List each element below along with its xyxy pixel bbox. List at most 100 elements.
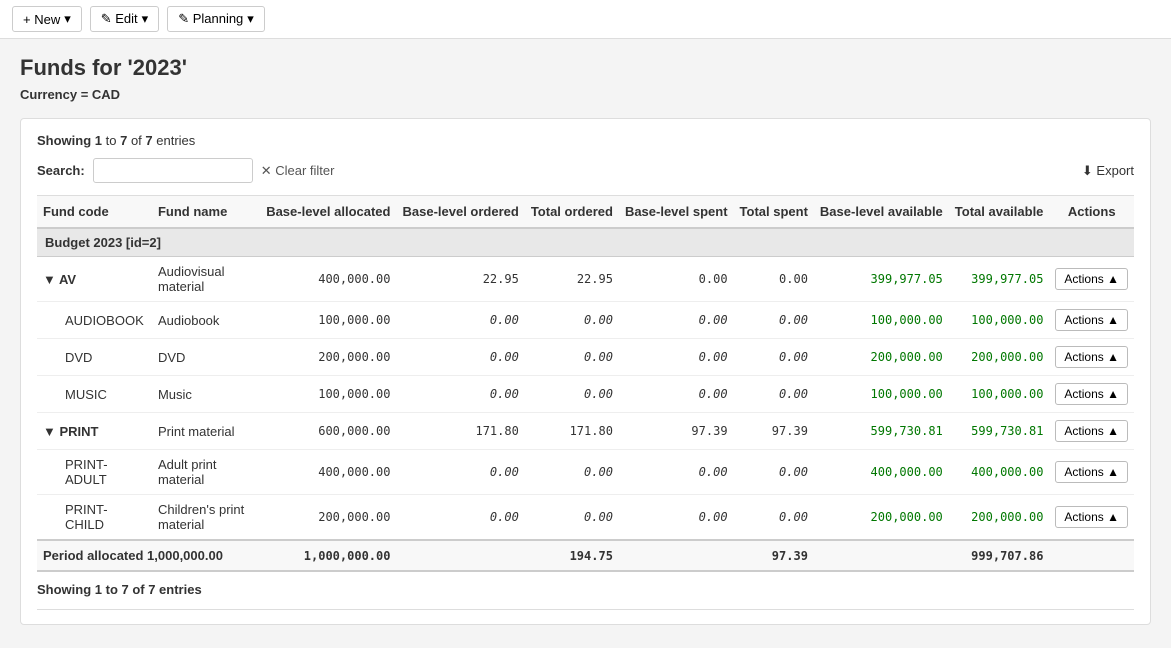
- total-actions: [1049, 540, 1134, 571]
- planning-arrow: ▾: [247, 11, 254, 27]
- total-ordered-cell: 0.00: [525, 339, 619, 376]
- showing-from: 1: [95, 133, 102, 148]
- edit-button[interactable]: ✎ Edit ▾: [90, 6, 159, 32]
- col-total-ordered: Total ordered: [525, 196, 619, 229]
- base-spent-cell: 0.00: [619, 257, 734, 302]
- base-ordered-cell: 0.00: [396, 450, 524, 495]
- total-available-cell: 100,000.00: [949, 376, 1050, 413]
- fund-code-cell: DVD: [37, 339, 152, 376]
- base-available-cell: 399,977.05: [814, 257, 949, 302]
- base-ordered-cell: 0.00: [396, 376, 524, 413]
- main-content: Funds for '2023' Currency = CAD Showing …: [0, 39, 1171, 641]
- total-ordered-cell: 0.00: [525, 376, 619, 413]
- total-spent-cell: 0.00: [734, 495, 814, 541]
- base-allocated-cell: 100,000.00: [260, 302, 396, 339]
- base-allocated-cell: 400,000.00: [260, 257, 396, 302]
- new-label: + New: [23, 12, 60, 27]
- fund-code-cell: ▼ PRINT: [37, 413, 152, 450]
- col-base-available: Base-level available: [814, 196, 949, 229]
- footer-showing: Showing 1 to 7 of 7 entries: [37, 582, 1134, 597]
- actions-button[interactable]: Actions ▲: [1055, 461, 1128, 483]
- col-fund-code: Fund code: [37, 196, 152, 229]
- actions-cell: Actions ▲: [1049, 450, 1134, 495]
- base-allocated-cell: 600,000.00: [260, 413, 396, 450]
- col-fund-name: Fund name: [152, 196, 260, 229]
- fund-name-cell: Audiovisual material: [152, 257, 260, 302]
- fund-code-cell: MUSIC: [37, 376, 152, 413]
- table-row: MUSICMusic100,000.000.000.000.000.00100,…: [37, 376, 1134, 413]
- budget-header-row: Budget 2023 [id=2]: [37, 228, 1134, 257]
- base-spent-cell: 0.00: [619, 376, 734, 413]
- col-total-spent: Total spent: [734, 196, 814, 229]
- base-spent-cell: 0.00: [619, 450, 734, 495]
- total-ordered-cell: 171.80: [525, 413, 619, 450]
- base-ordered-cell: 22.95: [396, 257, 524, 302]
- actions-cell: Actions ▲: [1049, 413, 1134, 450]
- actions-button[interactable]: Actions ▲: [1055, 420, 1128, 442]
- table-row: PRINT-ADULTAdult print material400,000.0…: [37, 450, 1134, 495]
- actions-cell: Actions ▲: [1049, 495, 1134, 541]
- actions-button[interactable]: Actions ▲: [1055, 383, 1128, 405]
- budget-header-cell: Budget 2023 [id=2]: [37, 228, 1134, 257]
- actions-cell: Actions ▲: [1049, 257, 1134, 302]
- total-base-allocated: 1,000,000.00: [260, 540, 396, 571]
- page-title: Funds for '2023': [20, 55, 1151, 81]
- actions-button[interactable]: Actions ▲: [1055, 268, 1128, 290]
- col-base-spent: Base-level spent: [619, 196, 734, 229]
- total-spent-cell: 0.00: [734, 376, 814, 413]
- col-total-available: Total available: [949, 196, 1050, 229]
- footer-divider: [37, 609, 1134, 610]
- fund-name-cell: Children's print material: [152, 495, 260, 541]
- fund-name-cell: Music: [152, 376, 260, 413]
- col-actions: Actions: [1049, 196, 1134, 229]
- col-base-ordered: Base-level ordered: [396, 196, 524, 229]
- toolbar: + New ▾ ✎ Edit ▾ ✎ Planning ▾: [0, 0, 1171, 39]
- table-row: DVDDVD200,000.000.000.000.000.00200,000.…: [37, 339, 1134, 376]
- showing-total: 7: [145, 133, 152, 148]
- total-available-cell: 400,000.00: [949, 450, 1050, 495]
- search-input[interactable]: [93, 158, 253, 183]
- actions-button[interactable]: Actions ▲: [1055, 506, 1128, 528]
- actions-button[interactable]: Actions ▲: [1055, 346, 1128, 368]
- base-ordered-cell: 0.00: [396, 495, 524, 541]
- base-available-cell: 100,000.00: [814, 376, 949, 413]
- table-row: AUDIOBOOKAudiobook100,000.000.000.000.00…: [37, 302, 1134, 339]
- total-available-cell: 399,977.05: [949, 257, 1050, 302]
- new-button[interactable]: + New ▾: [12, 6, 82, 32]
- total-available-cell: 200,000.00: [949, 495, 1050, 541]
- table-header-row: Fund code Fund name Base-level allocated…: [37, 196, 1134, 229]
- funds-panel: Showing 1 to 7 of 7 entries Search: ✕ Cl…: [20, 118, 1151, 625]
- base-available-cell: 200,000.00: [814, 495, 949, 541]
- total-available-cell: 200,000.00: [949, 339, 1050, 376]
- actions-cell: Actions ▲: [1049, 339, 1134, 376]
- edit-label: ✎ Edit: [101, 11, 138, 27]
- total-base-spent: [619, 540, 734, 571]
- total-ordered-cell: 0.00: [525, 302, 619, 339]
- showing-text: Showing 1 to 7 of 7 entries: [37, 133, 1134, 148]
- total-label: Period allocated 1,000,000.00: [37, 540, 260, 571]
- base-spent-cell: 97.39: [619, 413, 734, 450]
- new-arrow: ▾: [64, 11, 71, 27]
- export-button[interactable]: ⬇ Export: [1082, 163, 1134, 179]
- clear-filter-button[interactable]: ✕ Clear filter: [261, 163, 335, 179]
- funds-table: Fund code Fund name Base-level allocated…: [37, 195, 1134, 572]
- fund-code-cell: PRINT-CHILD: [37, 495, 152, 541]
- planning-button[interactable]: ✎ Planning ▾: [167, 6, 265, 32]
- fund-name-cell: DVD: [152, 339, 260, 376]
- fund-name-cell: Audiobook: [152, 302, 260, 339]
- table-row: ▼ PRINTPrint material600,000.00171.80171…: [37, 413, 1134, 450]
- total-spent-cell: 0.00: [734, 257, 814, 302]
- total-available-cell: 599,730.81: [949, 413, 1050, 450]
- fund-code-cell: ▼ AV: [37, 257, 152, 302]
- total-total-ordered: 194.75: [525, 540, 619, 571]
- base-available-cell: 100,000.00: [814, 302, 949, 339]
- search-label: Search:: [37, 163, 85, 178]
- export-label: ⬇ Export: [1082, 163, 1134, 179]
- total-ordered-cell: 22.95: [525, 257, 619, 302]
- showing-pre: Showing: [37, 133, 95, 148]
- table-row: PRINT-CHILDChildren's print material 200,…: [37, 495, 1134, 541]
- actions-cell: Actions ▲: [1049, 376, 1134, 413]
- total-base-available: [814, 540, 949, 571]
- actions-button[interactable]: Actions ▲: [1055, 309, 1128, 331]
- base-available-cell: 599,730.81: [814, 413, 949, 450]
